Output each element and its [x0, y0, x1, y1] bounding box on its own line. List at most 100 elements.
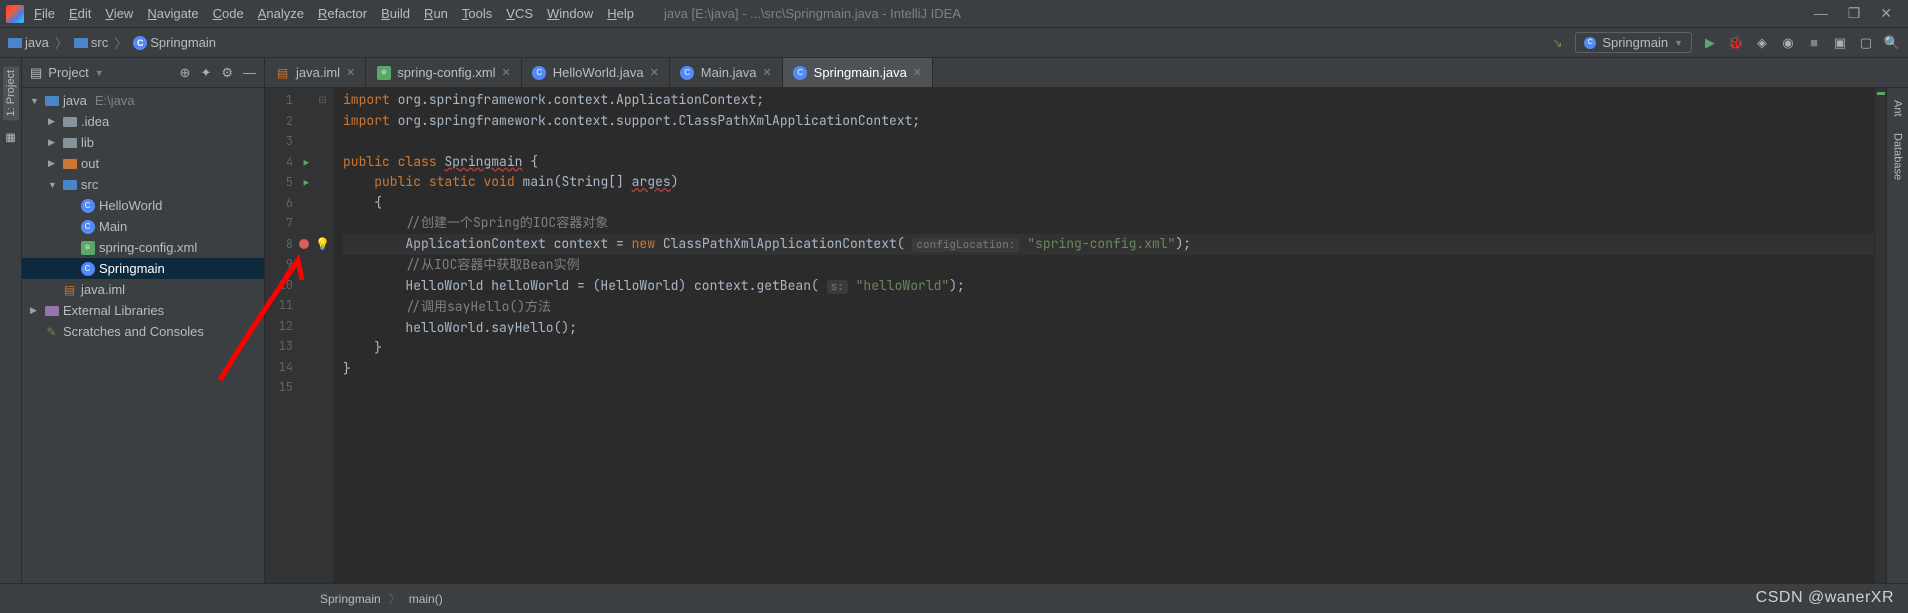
- line-number[interactable]: 2: [265, 111, 311, 132]
- editor-tab[interactable]: ⚛spring-config.xml✕: [366, 58, 521, 87]
- tab-close-button[interactable]: ✕: [913, 66, 922, 79]
- line-number[interactable]: 8: [265, 234, 311, 255]
- tree-row[interactable]: CSpringmain: [22, 258, 264, 279]
- project-tool-tab[interactable]: 1: Project: [3, 66, 19, 120]
- tree-row[interactable]: javaE:\java: [22, 90, 264, 111]
- database-tool-tab[interactable]: Database: [1890, 129, 1906, 184]
- line-number[interactable]: 1: [265, 90, 311, 111]
- code-editor[interactable]: import org.springframework.context.Appli…: [335, 88, 1874, 583]
- fold-icon[interactable]: ⊟: [318, 95, 326, 106]
- menu-help[interactable]: Help: [607, 6, 634, 21]
- menu-code[interactable]: Code: [213, 6, 244, 21]
- menu-navigate[interactable]: Navigate: [147, 6, 198, 21]
- line-number[interactable]: 11: [265, 295, 311, 316]
- tree-arrow-icon[interactable]: [48, 158, 58, 169]
- project-view-selector[interactable]: ▤ Project ▼: [30, 65, 104, 81]
- tab-close-button[interactable]: ✕: [762, 66, 771, 79]
- settings-icon[interactable]: ⚙: [221, 65, 233, 81]
- menu-edit[interactable]: Edit: [69, 6, 91, 21]
- project-tree[interactable]: javaE:\java.idealiboutsrcCHelloWorldCMai…: [22, 88, 264, 583]
- line-number[interactable]: 10: [265, 275, 311, 296]
- line-number-gutter[interactable]: 123456789101112131415: [265, 88, 311, 583]
- line-number[interactable]: 6: [265, 193, 311, 214]
- line-number[interactable]: 15: [265, 377, 311, 398]
- locate-icon[interactable]: ⊕: [180, 65, 191, 81]
- menu-run[interactable]: Run: [424, 6, 448, 21]
- navigation-crumb[interactable]: Springmain 〉 main(): [320, 590, 443, 607]
- minimize-button[interactable]: —: [1814, 5, 1828, 22]
- scope-button[interactable]: ▣: [1832, 35, 1848, 51]
- tree-row[interactable]: ⚛spring-config.xml: [22, 237, 264, 258]
- debug-button[interactable]: 🐞: [1728, 35, 1744, 51]
- menu-tools[interactable]: Tools: [462, 6, 492, 21]
- close-button[interactable]: ✕: [1880, 5, 1892, 22]
- code-line[interactable]: //调用sayHello()方法: [343, 297, 1874, 318]
- editor-tab[interactable]: CMain.java✕: [670, 58, 783, 87]
- tree-row[interactable]: External Libraries: [22, 300, 264, 321]
- coverage-button[interactable]: ◈: [1754, 35, 1770, 51]
- intention-bulb-icon[interactable]: 💡: [315, 237, 330, 251]
- structure-tool-tab[interactable]: ▦: [2, 128, 19, 149]
- tree-arrow-icon[interactable]: [48, 180, 58, 190]
- code-line[interactable]: ApplicationContext context = new ClassPa…: [343, 234, 1874, 256]
- line-number[interactable]: 14: [265, 357, 311, 378]
- menu-window[interactable]: Window: [547, 6, 593, 21]
- line-number[interactable]: 7: [265, 213, 311, 234]
- build-icon[interactable]: ↘: [1549, 35, 1565, 51]
- tab-close-button[interactable]: ✕: [650, 66, 659, 79]
- run-configuration-selector[interactable]: C Springmain ▼: [1575, 32, 1692, 53]
- line-number[interactable]: 4: [265, 152, 311, 173]
- tree-row[interactable]: ✎Scratches and Consoles: [22, 321, 264, 342]
- line-number[interactable]: 5: [265, 172, 311, 193]
- menu-refactor[interactable]: Refactor: [318, 6, 367, 21]
- run-gutter-icon[interactable]: [304, 174, 309, 190]
- menu-vcs[interactable]: VCS: [506, 6, 533, 21]
- code-line[interactable]: import org.springframework.context.Appli…: [343, 90, 1874, 111]
- stop-button[interactable]: ■: [1806, 35, 1822, 51]
- breadcrumb-item[interactable]: CSpringmain: [133, 35, 216, 50]
- layout-button[interactable]: ▢: [1858, 35, 1874, 51]
- line-number[interactable]: 3: [265, 131, 311, 152]
- tree-arrow-icon[interactable]: [30, 305, 40, 316]
- tab-close-button[interactable]: ✕: [346, 66, 355, 79]
- error-stripe[interactable]: [1874, 88, 1886, 583]
- line-number[interactable]: 13: [265, 336, 311, 357]
- code-line[interactable]: //从IOC容器中获取Bean实例: [343, 255, 1874, 276]
- breakpoint-icon[interactable]: [299, 239, 309, 249]
- menu-build[interactable]: Build: [381, 6, 410, 21]
- menu-analyze[interactable]: Analyze: [258, 6, 304, 21]
- breadcrumb-item[interactable]: src: [74, 35, 108, 50]
- menu-file[interactable]: File: [34, 6, 55, 21]
- tree-row[interactable]: CHelloWorld: [22, 195, 264, 216]
- tab-close-button[interactable]: ✕: [502, 66, 511, 79]
- editor-tab[interactable]: CSpringmain.java✕: [783, 58, 933, 87]
- tree-arrow-icon[interactable]: [48, 137, 58, 148]
- tree-row[interactable]: ▤java.iml: [22, 279, 264, 300]
- code-line[interactable]: helloWorld.sayHello();: [343, 318, 1874, 339]
- code-line[interactable]: HelloWorld helloWorld = (HelloWorld) con…: [343, 276, 1874, 298]
- code-line[interactable]: [343, 379, 1874, 400]
- profiler-button[interactable]: ◉: [1780, 35, 1796, 51]
- code-line[interactable]: public class Springmain {: [343, 152, 1874, 173]
- code-line[interactable]: }: [343, 338, 1874, 359]
- icon-gutter[interactable]: ⊟💡: [311, 88, 335, 583]
- code-line[interactable]: [343, 131, 1874, 152]
- ant-tool-tab[interactable]: Ant: [1890, 96, 1906, 121]
- run-button[interactable]: ▶: [1702, 35, 1718, 51]
- line-number[interactable]: 9: [265, 254, 311, 275]
- breadcrumb-item[interactable]: java: [8, 35, 49, 50]
- tree-row[interactable]: out: [22, 153, 264, 174]
- tree-row[interactable]: src: [22, 174, 264, 195]
- menu-view[interactable]: View: [105, 6, 133, 21]
- editor-tab[interactable]: CHelloWorld.java✕: [522, 58, 670, 87]
- tree-row[interactable]: lib: [22, 132, 264, 153]
- run-gutter-icon[interactable]: [304, 154, 309, 170]
- code-line[interactable]: public static void main(String[] arges): [343, 172, 1874, 193]
- editor-tab[interactable]: ▤java.iml✕: [265, 58, 366, 87]
- maximize-button[interactable]: ❐: [1848, 5, 1861, 22]
- search-everywhere-button[interactable]: 🔍: [1884, 35, 1900, 51]
- code-line[interactable]: }: [343, 359, 1874, 380]
- hide-icon[interactable]: —: [243, 65, 256, 81]
- code-line[interactable]: //创建一个Spring的IOC容器对象: [343, 213, 1874, 234]
- code-line[interactable]: {: [343, 193, 1874, 214]
